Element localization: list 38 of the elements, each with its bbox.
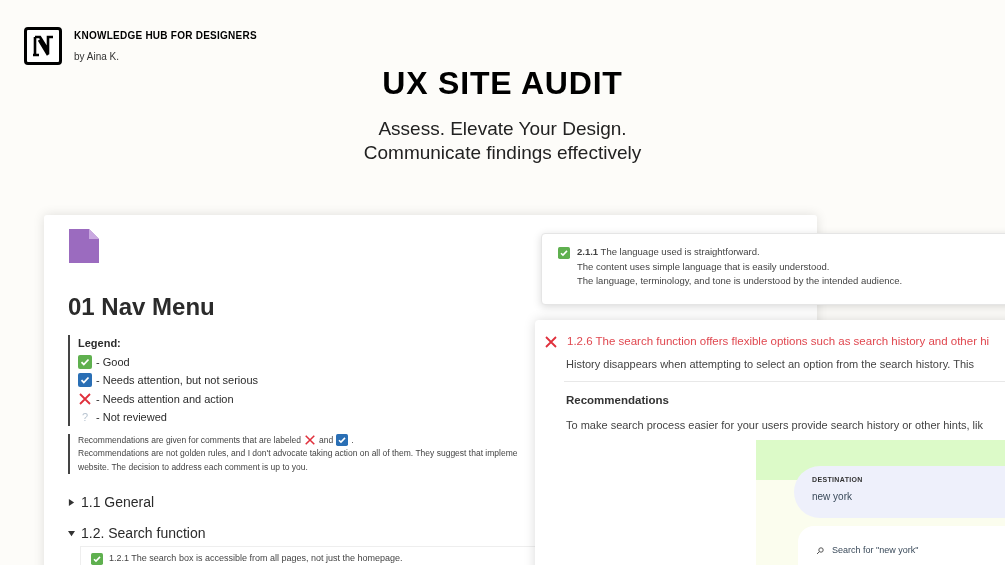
recommendation-text: To make search process easier for your users provide search history or other hints, lik [566,418,984,433]
question-mark: ? [80,410,90,425]
finding-text: The content uses simple language that is easily understood. [577,259,831,274]
legend-heading: Legend: [78,336,121,351]
legend-label: - Needs attention, but not serious [96,373,259,388]
hero-subtitle: Assess. Elevate Your Design. Communicate findings effectively [363,117,642,165]
cross-icon [78,391,92,406]
caret-right-icon [68,499,75,506]
note-text: Recommendations are not golden rules, and I don't advocate taking action on all of them. They suggest that impleme [78,447,518,460]
section-toggle[interactable]: 1.1 General [68,492,155,513]
search-icon [816,546,824,555]
page-title: 01 Nav Menu [68,292,216,322]
hero-title: UX SITE AUDIT [382,64,623,103]
checkbox-icon [78,373,92,388]
finding-title: 2.1.1 The language used is straightforward. [577,245,761,259]
cross-icon [544,334,558,349]
cross-icon [304,434,316,447]
field-value: new york [812,490,853,504]
note-text: website. The decision to address each comment is up to you. [78,460,308,474]
section-toggle[interactable]: 1.2. Search function [68,523,206,544]
issue-description: History disappears when attempting to select an option from the search history. This [566,357,975,373]
issue-title: 1.2.6 The search function offers flexible options such as search history and other hi [567,334,990,349]
item-text: 1.2.1 The search box is accessible from all pages, not just the homepage. [109,552,403,565]
finding-text: The language, terminology, and tone is understood by the intended audience. [577,274,903,288]
author-text: by Aina K. [74,50,121,64]
legend-label: - Needs attention and action [96,391,234,407]
document-icon [69,229,99,263]
check-icon [558,247,570,259]
brand-title: KNOWLEDGE HUB FOR DESIGNERS [74,29,257,43]
note-text: Recommendations are given for comments that are labeled and . [78,433,354,447]
legend-label: - Not reviewed [96,410,167,425]
legend-label: - Good [96,354,130,370]
check-icon [78,354,92,369]
recommendations-heading: Recommendations [566,392,670,408]
suggestion-item[interactable]: Search for "new york" [832,543,919,557]
checkbox-icon [336,434,349,447]
caret-down-icon [68,530,75,537]
notion-logo [24,27,62,65]
